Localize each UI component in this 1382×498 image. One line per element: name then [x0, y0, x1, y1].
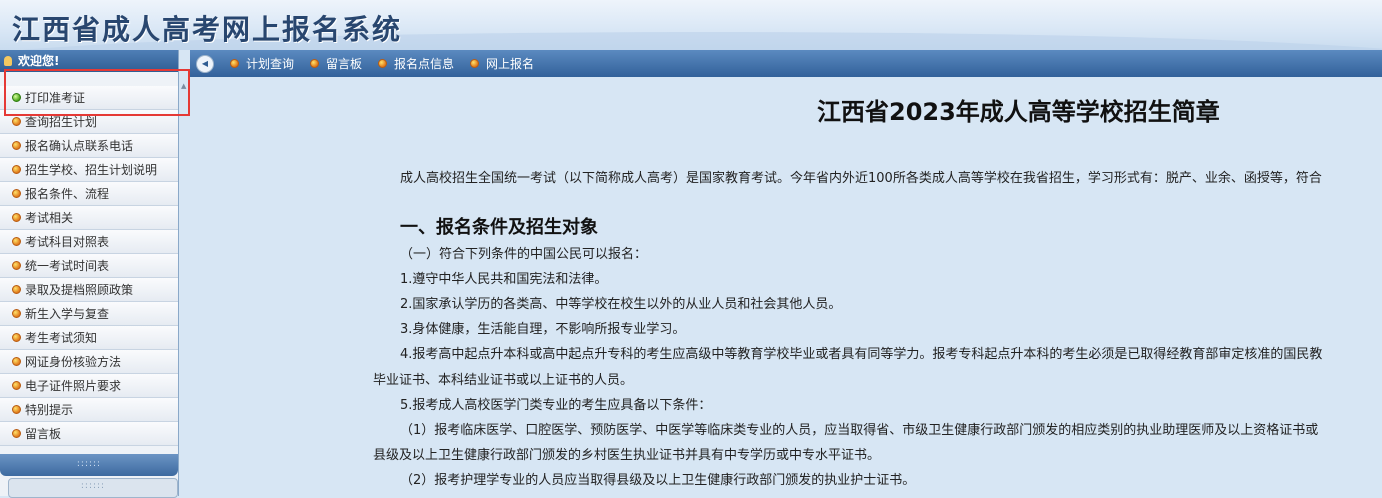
- bullet-icon: [12, 357, 21, 366]
- section-line: 3.身体健康，生活能自理，不影响所报专业学习。: [400, 322, 686, 337]
- sidebar-item-print-admission-ticket[interactable]: 打印准考证: [0, 86, 178, 110]
- sidebar-item-message-board[interactable]: 留言板: [0, 422, 178, 446]
- sidebar-item-label: 报名确认点联系电话: [25, 139, 134, 153]
- section-line: （1）报考临床医学、口腔医学、预防医学、中医学等临床类专业的人员，应当取得省、市…: [400, 423, 1319, 438]
- bullet-icon: [12, 405, 21, 414]
- bullet-icon: [12, 261, 21, 270]
- sidebar-item-exam-schedule[interactable]: 统一考试时间表: [0, 254, 178, 278]
- sidebar-item-id-verification[interactable]: 网证身份核验方法: [0, 350, 178, 374]
- nav-plan-query[interactable]: 计划查询: [230, 55, 294, 72]
- section-line: 4.报考高中起点升本科或高中起点升专科的考生应高级中等教育学校毕业或者具有同等学…: [400, 347, 1323, 362]
- sidebar-item-special-notice[interactable]: 特别提示: [0, 398, 178, 422]
- sidebar-item-label: 报名条件、流程: [25, 187, 110, 201]
- nav-message-board[interactable]: 留言板: [310, 55, 362, 72]
- sidebar-item-label: 新生入学与复查: [25, 307, 110, 321]
- bullet-icon: [12, 429, 21, 438]
- grip-icon: ::::::: [76, 459, 102, 469]
- bullet-icon: [230, 59, 239, 68]
- site-title: 江西省成人高考网上报名系统: [12, 13, 403, 46]
- bullet-icon: [12, 381, 21, 390]
- sidebar-item-exam-related[interactable]: 考试相关: [0, 206, 178, 230]
- nav-registration-points[interactable]: 报名点信息: [378, 55, 454, 72]
- section-line: 毕业证书、本科结业证书或以上证书的人员。: [373, 373, 634, 388]
- sidebar-item-label: 查询招生计划: [25, 115, 98, 129]
- sidebar-item-exam-notice[interactable]: 考生考试须知: [0, 326, 178, 350]
- section-line: 1.遵守中华人民共和国宪法和法律。: [400, 272, 608, 287]
- section-line: 2.国家承认学历的各类高、中等学校在校生以外的从业人员和社会其他人员。: [400, 297, 842, 312]
- header-banner: 江西省成人高考网上报名系统: [0, 0, 1382, 50]
- sidebar-item-label: 特别提示: [25, 403, 74, 417]
- nav-online-registration[interactable]: 网上报名: [470, 55, 534, 72]
- section-line: 县级及以上卫生健康行政部门颁发的乡村医生执业证书并具有中专学历或中专水平证书。: [373, 448, 881, 463]
- sidebar-item-conditions-process[interactable]: 报名条件、流程: [0, 182, 178, 206]
- main-content: 江西省2023年成人高等学校招生简章 成人高校招生全国统一考试（以下简称成人高考…: [190, 77, 1382, 496]
- bullet-icon: [12, 93, 21, 102]
- sidebar: 欢迎您! 打印准考证 查询招生计划 报名确认点联系电话 招生学校、招生计划说明 …: [0, 50, 179, 498]
- sidebar-item-subject-table[interactable]: 考试科目对照表: [0, 230, 178, 254]
- sidebar-item-label: 考生考试须知: [25, 331, 98, 345]
- nav-label: 计划查询: [246, 57, 295, 71]
- sidebar-collapse-bar[interactable]: ::::::: [8, 478, 178, 498]
- bullet-icon: [12, 117, 21, 126]
- bullet-icon: [12, 237, 21, 246]
- sidebar-item-label: 网证身份核验方法: [25, 355, 122, 369]
- bullet-icon: [310, 59, 320, 68]
- bullet-icon: [470, 59, 480, 68]
- sidebar-item-label: 招生学校、招生计划说明: [25, 163, 158, 177]
- section-line: （一）符合下列条件的中国公民可以报名：: [400, 247, 648, 262]
- sidebar-item-enrollment-review[interactable]: 新生入学与复查: [0, 302, 178, 326]
- bullet-icon: [12, 165, 21, 174]
- welcome-text: 欢迎您!: [18, 54, 60, 68]
- sidebar-item-label: 电子证件照片要求: [25, 379, 122, 393]
- grip-icon: ::::::: [80, 481, 106, 491]
- sidebar-item-query-enrollment-plan[interactable]: 查询招生计划: [0, 110, 178, 134]
- bullet-icon: [12, 141, 21, 150]
- bullet-icon: [12, 309, 21, 318]
- section-line: （2）报考护理学专业的人员应当取得县级及以上卫生健康行政部门颁发的执业护士证书。: [400, 473, 916, 488]
- sidebar-item-admission-policy[interactable]: 录取及提档照顾政策: [0, 278, 178, 302]
- sidebar-item-label: 考试相关: [25, 211, 74, 225]
- section-line: 5.报考成人高校医学门类专业的考生应具备以下条件：: [400, 398, 712, 413]
- sidebar-item-school-plan-notes[interactable]: 招生学校、招生计划说明: [0, 158, 178, 182]
- bullet-icon: [378, 59, 388, 68]
- sidebar-item-contact-phone[interactable]: 报名确认点联系电话: [0, 134, 178, 158]
- user-icon: [4, 56, 12, 66]
- sidebar-item-photo-requirements[interactable]: 电子证件照片要求: [0, 374, 178, 398]
- sidebar-item-label: 打印准考证: [25, 91, 86, 105]
- sidebar-header: 欢迎您!: [0, 50, 178, 72]
- bullet-icon: [12, 333, 21, 342]
- sidebar-item-label: 留言板: [25, 427, 62, 441]
- bullet-icon: [12, 285, 21, 294]
- page-title: 江西省2023年成人高等学校招生简章: [817, 98, 1220, 126]
- top-nav: ◀ 计划查询 留言板 报名点信息 网上报名: [190, 50, 1382, 77]
- sidebar-item-label: 考试科目对照表: [25, 235, 110, 249]
- collapse-sidebar-icon[interactable]: ◀: [196, 54, 214, 73]
- sidebar-item-label: 录取及提档照顾政策: [25, 283, 134, 297]
- nav-label: 报名点信息: [394, 57, 455, 71]
- nav-label: 网上报名: [486, 57, 535, 71]
- sidebar-item-label: 统一考试时间表: [25, 259, 110, 273]
- bullet-icon: [12, 189, 21, 198]
- nav-label: 留言板: [326, 57, 363, 71]
- bullet-icon: [12, 213, 21, 222]
- scroll-up-arrow-icon[interactable]: ▲: [181, 82, 186, 90]
- sidebar-menu: 打印准考证 查询招生计划 报名确认点联系电话 招生学校、招生计划说明 报名条件、…: [0, 86, 178, 446]
- sidebar-section-bar[interactable]: ::::::: [0, 454, 178, 476]
- intro-paragraph: 成人高校招生全国统一考试（以下简称成人高考）是国家教育考试。今年省内外近100所…: [400, 171, 1322, 186]
- section-heading: 一、报名条件及招生对象: [400, 217, 598, 238]
